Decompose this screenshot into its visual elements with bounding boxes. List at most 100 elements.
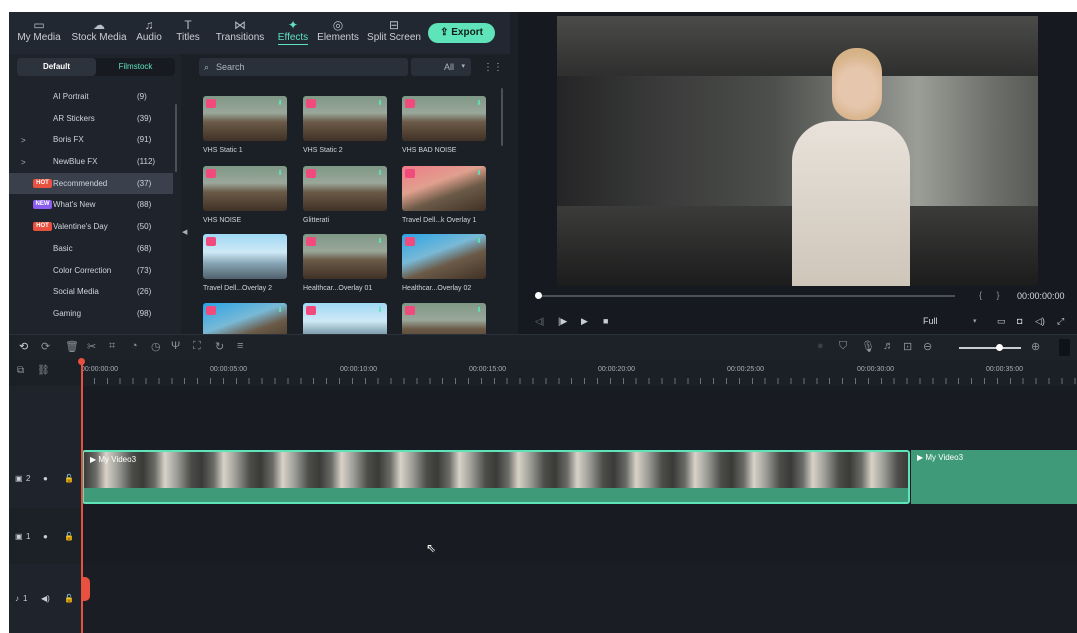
link-icon[interactable]: ⛓ [37,365,50,376]
track-audio-1[interactable] [81,564,1077,633]
render-icon[interactable]: ● [817,340,824,352]
quality-select[interactable]: Full [923,316,938,326]
playhead[interactable] [81,361,83,633]
category-basic[interactable]: Basic (68) [9,238,173,260]
zoom-out-icon[interactable]: ⊖ [923,340,932,353]
add-track-icon[interactable]: ⧉ [17,365,24,376]
tab-my-media[interactable]: ▭ My Media [11,18,67,43]
tab-split-screen[interactable]: ⊟ Split Screen [366,18,422,43]
stop-icon[interactable]: ■ [603,316,608,326]
clip-name: My Video3 [98,455,137,464]
category-color-correction[interactable]: Color Correction (73) [9,260,173,282]
video-background [557,16,1038,76]
video-clip-next[interactable]: ▶ My Video3 [911,450,1077,504]
tab-elements[interactable]: ◎ Elements [316,18,360,43]
zoom-in-icon[interactable]: ⊕ [1031,340,1040,353]
premium-icon [405,306,415,315]
category-scrollbar[interactable] [175,104,177,172]
track-video-1[interactable] [81,508,1077,564]
category-name: Boris FX [53,135,84,145]
effect-tile[interactable]: ⬇ Glitterati [303,166,387,224]
elements-icon: ◎ [332,18,344,32]
effect-tile[interactable]: Travel Dell...Overlay 2 [203,234,287,292]
playhead-handle[interactable] [78,358,85,365]
effects-scrollbar[interactable] [501,88,503,146]
track-header-audio-1: ♪ 1 ◀) 🔓 [9,564,81,633]
microphone-icon[interactable]: 🎙 [861,340,875,353]
prev-frame-icon[interactable]: ◁| [535,316,544,327]
lock-icon[interactable]: 🔓 [64,532,74,541]
grid-view-icon[interactable]: ⋮⋮ [483,62,503,73]
tab-titles[interactable]: T Titles [173,18,203,43]
speaker-icon[interactable]: ◀) [41,594,50,603]
tab-filmstock[interactable]: Filmstock [96,58,175,76]
track-header-empty [9,386,81,448]
timeline-ruler[interactable]: ⧉ ⛓ 00:00:00:00 00:00:05:00 00:00:10:00 … [9,360,1077,386]
category-whats-new[interactable]: NEW What's New (88) [9,194,173,216]
speed-icon[interactable]: ◔ [131,340,138,352]
eye-icon[interactable]: ● [43,474,48,483]
tab-transitions[interactable]: ⋈ Transitions [212,18,268,43]
video-track-icon: ▣ [15,532,23,541]
effect-tile[interactable]: ⬇ VHS NOISE [203,166,287,224]
export-button[interactable]: ⇪ Export [428,23,495,43]
mark-in-icon[interactable]: { [979,290,988,300]
chevron-down-icon[interactable]: ▾ [973,317,977,325]
category-recommended[interactable]: HOT Recommended (37) [9,172,173,195]
video-clip[interactable]: ▶ My Video3 [82,450,910,504]
category-valentines-day[interactable]: HOT Valentine's Day (50) [9,216,173,238]
lock-icon[interactable]: 🔓 [64,474,74,483]
mark-out-icon[interactable]: } [997,290,1006,300]
volume-icon[interactable]: ◁) [1035,316,1045,327]
timer-icon[interactable]: ◷ [151,340,161,353]
search-input[interactable]: ⌕ Search [199,58,408,76]
category-newblue-fx[interactable]: > NewBlue FX (112) [9,151,173,173]
crop-icon[interactable]: ⌗ [109,340,115,353]
tab-default[interactable]: Default [17,58,96,76]
chevron-right-icon[interactable]: > [21,136,26,145]
delete-icon[interactable]: 🗑 [65,340,79,353]
preview-scrubber[interactable] [535,295,955,297]
tab-effects[interactable]: ✦ Effects [273,18,313,45]
keyframe-icon[interactable]: ↻ [215,340,224,353]
select-mode-icon[interactable]: ⟲ [19,340,28,353]
subtitle-icon[interactable]: ⊡ [903,340,912,353]
shield-icon[interactable]: ⛉ [839,340,847,353]
redo-icon[interactable]: ⟳ [41,340,50,353]
category-social-media[interactable]: Social Media (26) [9,281,173,303]
effect-tile[interactable]: ⬇ Healthcar...Overlay 02 [402,234,486,292]
in-out-marks[interactable]: { } [979,290,1006,300]
cut-icon[interactable]: ✂ [87,340,96,353]
lock-icon[interactable]: 🔓 [64,594,74,603]
preview-video[interactable] [557,16,1038,286]
category-ar-stickers[interactable]: AR Stickers (39) [9,108,173,130]
category-ai-portrait[interactable]: AI Portrait (9) [9,86,173,108]
snapshot-icon[interactable]: ◘ [1017,316,1022,326]
scrubber-handle[interactable] [535,292,542,299]
play-icon[interactable]: ▶ [581,316,588,327]
fullscreen-icon[interactable]: ⤢ [1057,316,1064,327]
effect-tile[interactable]: ⬇ Travel Dell...k Overlay 1 [402,166,486,224]
zoom-slider-handle[interactable] [996,344,1003,351]
layout-toggle-icon[interactable] [1056,339,1070,356]
monitor-icon[interactable]: ▭ [997,316,1006,327]
tab-stock-media[interactable]: ☁ Stock Media [69,18,129,43]
effect-tile[interactable]: ⬇ VHS Static 2 [303,96,387,154]
play-backward-icon[interactable]: |▶ [558,316,567,327]
effect-tile[interactable]: ⬇ Healthcar...Overlay 01 [303,234,387,292]
eye-icon[interactable]: ● [43,532,48,541]
color-match-icon[interactable]: Ψ [171,340,180,352]
collapse-panel-icon[interactable]: ◀ [182,228,187,236]
category-boris-fx[interactable]: > Boris FX (91) [9,129,173,151]
adjust-icon[interactable]: ≡ [237,340,243,352]
zoom-slider[interactable] [959,347,1021,349]
fit-icon[interactable]: ⛶ [193,340,201,353]
chevron-right-icon[interactable]: > [21,158,26,167]
tab-audio[interactable]: ♫ Audio [133,18,165,43]
effect-tile[interactable]: ⬇ VHS BAD NOISE [402,96,486,154]
audio-mix-icon[interactable]: ♬ [883,340,894,352]
effect-tile[interactable]: ⬇ VHS Static 1 [203,96,287,154]
category-gaming[interactable]: Gaming (98) [9,303,173,325]
filter-dropdown[interactable]: All ▾ [411,58,471,76]
chevron-down-icon: ▾ [461,63,465,70]
